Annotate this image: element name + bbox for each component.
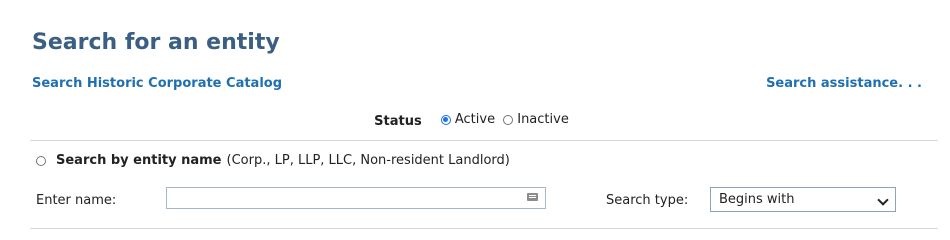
status-option-active[interactable]: Active (440, 112, 496, 127)
radio-active[interactable] (440, 114, 451, 125)
search-historic-catalog-link[interactable]: Search Historic Corporate Catalog (32, 76, 282, 91)
status-filter: Status Active Inactive (0, 112, 950, 129)
status-option-inactive[interactable]: Inactive (503, 112, 569, 127)
search-by-entity-title: Search by entity name (56, 153, 222, 168)
search-type-label: Search type: (606, 193, 689, 208)
search-assistance-link[interactable]: Search assistance. . . (766, 76, 922, 91)
chevron-down-icon (877, 194, 889, 206)
search-type-value: Begins with (719, 192, 795, 207)
divider-bottom (30, 228, 938, 229)
search-type-select[interactable]: Begins with (710, 187, 896, 212)
entity-types-description: (Corp., LP, LLP, LLC, Non-resident Landl… (226, 153, 510, 168)
keyboard-icon[interactable] (527, 193, 538, 201)
status-option-active-label: Active (454, 112, 496, 127)
enter-name-label: Enter name: (36, 193, 117, 208)
radio-inactive[interactable] (503, 114, 514, 125)
entity-name-input[interactable] (166, 187, 546, 209)
divider (30, 140, 938, 141)
entity-name-search-option[interactable]: Search by entity name (Corp., LP, LLP, L… (36, 153, 510, 168)
status-label: Status (374, 113, 422, 129)
status-option-inactive-label: Inactive (517, 112, 569, 127)
radio-search-by-entity[interactable] (36, 155, 46, 166)
page-title: Search for an entity (32, 30, 280, 55)
